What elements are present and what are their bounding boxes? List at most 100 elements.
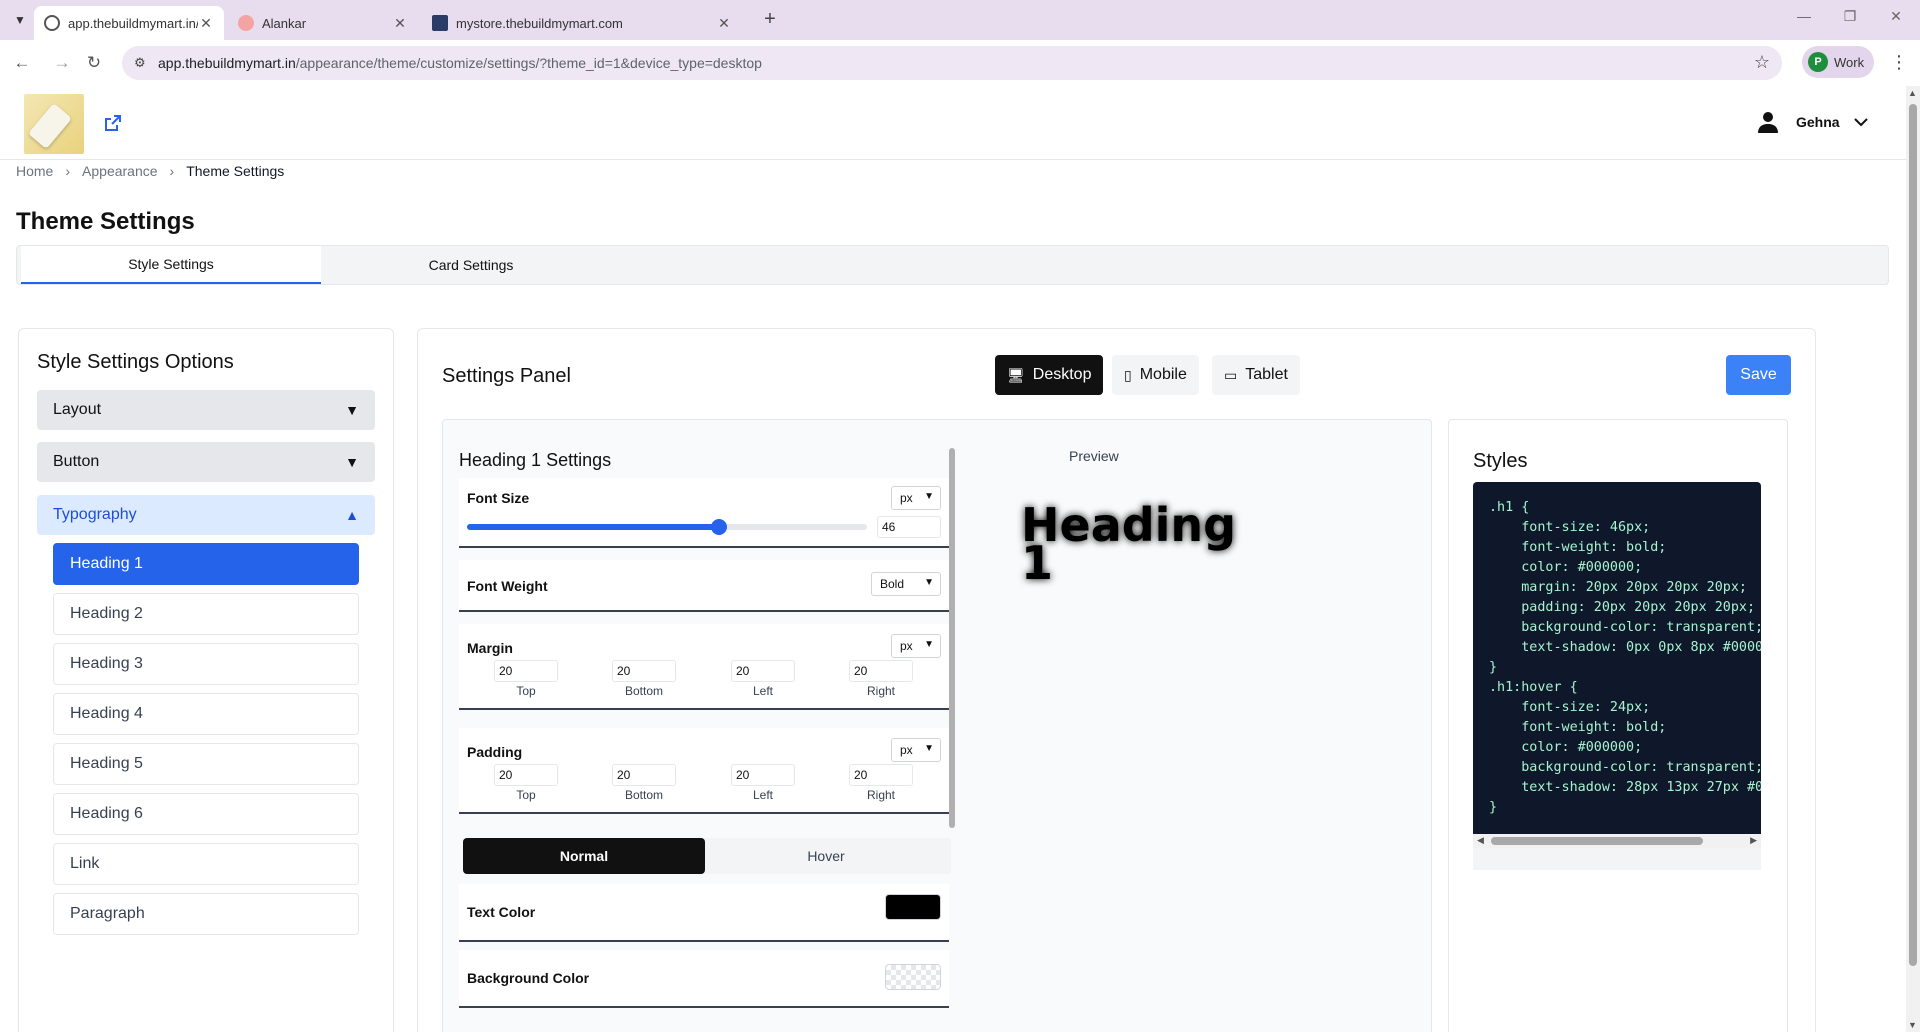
globe-icon <box>44 15 60 31</box>
scroll-left-icon[interactable]: ◀ <box>1477 835 1484 846</box>
chevron-down-icon: ▼ <box>924 491 934 502</box>
font-weight-select[interactable]: Bold ▼ <box>871 572 941 596</box>
address-bar-row: ← → ↻ ⚙ app.thebuildmymart.in/appearance… <box>0 40 1920 86</box>
padding-unit-select[interactable]: px ▼ <box>891 738 941 762</box>
text-color-swatch[interactable] <box>885 894 941 920</box>
padding-label: Padding <box>467 744 523 760</box>
side-label-bottom: Bottom <box>624 788 663 802</box>
save-button[interactable]: Save <box>1726 355 1791 395</box>
unit-value: px <box>900 639 913 653</box>
settings-panel-title: Settings Panel <box>442 365 571 387</box>
margin-left-input[interactable]: 20 <box>731 660 795 682</box>
margin-unit-select[interactable]: px ▼ <box>891 634 941 658</box>
typography-item-link[interactable]: Link <box>53 843 359 885</box>
typography-item-heading-2[interactable]: Heading 2 <box>53 593 359 635</box>
typography-item-heading-1[interactable]: Heading 1 <box>53 543 359 585</box>
typography-item-heading-5[interactable]: Heading 5 <box>53 743 359 785</box>
back-icon[interactable]: ← <box>10 52 34 76</box>
settings-scrollbar[interactable] <box>949 436 955 1032</box>
padding-right-input[interactable]: 20 <box>849 764 913 786</box>
new-tab-icon[interactable]: + <box>758 8 782 32</box>
background-color-swatch[interactable] <box>885 964 941 990</box>
typography-item-heading-4[interactable]: Heading 4 <box>53 693 359 735</box>
typography-item-heading-3[interactable]: Heading 3 <box>53 643 359 685</box>
mobile-icon: ▯ <box>1124 366 1132 383</box>
minimize-icon[interactable]: — <box>1790 8 1818 24</box>
side-label-right: Right <box>866 788 895 802</box>
typography-item-paragraph[interactable]: Paragraph <box>53 893 359 935</box>
page-scrollbar[interactable]: ▲ ▼ <box>1906 86 1920 1032</box>
close-tab-icon[interactable]: ✕ <box>392 15 408 32</box>
browser-tab-alankar[interactable]: Alankar ✕ <box>228 6 418 40</box>
profile-label: Work <box>1834 54 1865 70</box>
side-label-left: Left <box>752 684 773 698</box>
margin-group: Margin px ▼ 20 20 20 20 Top Bottom Left R… <box>459 624 949 710</box>
breadcrumb-home[interactable]: Home <box>16 163 53 179</box>
accordion-typography[interactable]: Typography ▲ <box>37 495 375 535</box>
url-text[interactable]: app.thebuildmymart.in/appearance/theme/c… <box>158 55 762 71</box>
padding-bottom-input[interactable]: 20 <box>612 764 676 786</box>
side-label-top: Top <box>516 684 536 698</box>
tab-search-icon[interactable]: ▼ <box>8 8 32 32</box>
chevron-down-icon <box>1853 118 1868 127</box>
browser-tab-app[interactable]: app.thebuildmymart.in/appeara ✕ <box>34 6 224 40</box>
chevron-down-icon: ▼ <box>924 743 934 754</box>
accordion-button[interactable]: Button ▼ <box>37 442 375 482</box>
padding-group: Padding px ▼ 20 20 20 20 Top Bottom Left … <box>459 728 949 814</box>
margin-top-input[interactable]: 20 <box>494 660 558 682</box>
preview-heading: Heading 1 <box>1021 498 1237 590</box>
state-normal-button[interactable]: Normal <box>463 838 705 874</box>
chevron-right-icon: › <box>65 163 71 179</box>
site-info-icon[interactable]: ⚙ <box>134 55 146 71</box>
close-tab-icon[interactable]: ✕ <box>198 15 214 32</box>
margin-bottom-input[interactable]: 20 <box>612 660 676 682</box>
forward-icon[interactable]: → <box>50 52 74 76</box>
alankar-favicon-icon <box>238 15 254 31</box>
font-size-input[interactable]: 46 <box>877 516 941 538</box>
state-hover-button[interactable]: Hover <box>705 838 947 874</box>
styles-title: Styles <box>1473 450 1528 472</box>
accordion-label: Layout <box>53 401 102 418</box>
code-horizontal-scrollbar[interactable]: ◀ ▶ <box>1473 834 1761 848</box>
browser-menu-icon[interactable]: ⋮ <box>1890 52 1908 73</box>
chevron-right-icon: › <box>169 163 175 179</box>
reload-icon[interactable]: ↻ <box>82 52 106 76</box>
tab-card-settings[interactable]: Card Settings <box>321 246 621 284</box>
font-size-slider[interactable] <box>467 519 867 535</box>
padding-left-input[interactable]: 20 <box>731 764 795 786</box>
user-icon <box>1758 112 1778 133</box>
scrollbar-thumb[interactable] <box>1909 104 1917 966</box>
external-link-icon[interactable] <box>104 114 122 137</box>
slider-handle[interactable] <box>711 519 727 535</box>
scroll-down-icon[interactable]: ▼ <box>1908 1020 1917 1030</box>
close-window-icon[interactable]: ✕ <box>1882 8 1910 25</box>
weight-value: Bold <box>880 577 905 591</box>
heading-settings-title: Heading 1 Settings <box>459 450 612 470</box>
typography-item-heading-6[interactable]: Heading 6 <box>53 793 359 835</box>
user-menu[interactable]: Gehna <box>1756 110 1868 134</box>
browser-tab-mystore[interactable]: mystore.thebuildmymart.com ✕ <box>422 6 742 40</box>
restore-icon[interactable]: ❐ <box>1836 8 1864 25</box>
scroll-up-icon[interactable]: ▲ <box>1908 88 1917 98</box>
device-desktop-button[interactable]: 🖥 Desktop <box>995 355 1104 395</box>
styles-panel: Styles .h1 { font-size: 46px; font-weigh… <box>1448 419 1788 1032</box>
accordion-layout[interactable]: Layout ▼ <box>37 390 375 430</box>
scroll-right-icon[interactable]: ▶ <box>1750 835 1757 846</box>
store-logo[interactable] <box>24 94 84 154</box>
margin-right-input[interactable]: 20 <box>849 660 913 682</box>
device-mobile-button[interactable]: ▯ Mobile <box>1112 355 1199 395</box>
unit-value: px <box>900 743 913 757</box>
close-tab-icon[interactable]: ✕ <box>716 15 732 32</box>
breadcrumb-appearance[interactable]: Appearance <box>82 163 158 179</box>
profile-chip[interactable]: P Work <box>1802 46 1874 78</box>
font-size-label: Font Size <box>467 490 530 506</box>
browser-tab-bar: ▼ app.thebuildmymart.in/appeara ✕ Alanka… <box>0 0 1920 40</box>
font-size-unit-select[interactable]: px ▼ <box>891 486 941 510</box>
device-tablet-button[interactable]: ▭ Tablet <box>1212 355 1300 395</box>
tab-style-settings[interactable]: Style Settings <box>21 246 321 284</box>
padding-top-input[interactable]: 20 <box>494 764 558 786</box>
url-bar[interactable]: ⚙ app.thebuildmymart.in/appearance/theme… <box>122 46 1782 80</box>
bookmark-star-icon[interactable]: ☆ <box>1754 52 1770 73</box>
code-scroll-thumb[interactable] <box>1491 837 1703 845</box>
preview-label: Preview <box>1069 448 1119 464</box>
